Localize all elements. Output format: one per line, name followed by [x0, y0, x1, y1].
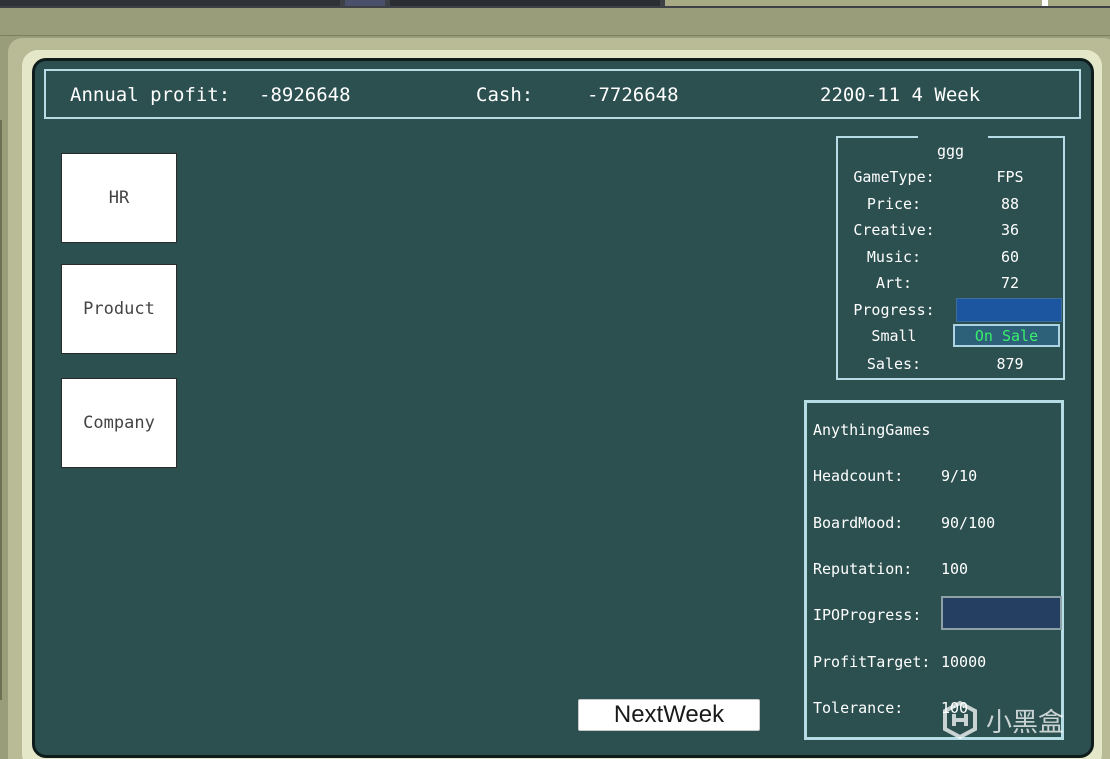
art-value: 72 — [1000, 274, 1020, 292]
size-label: Small — [871, 327, 917, 345]
top-strip-segment — [345, 0, 385, 6]
headcount-value: 9/10 — [941, 467, 978, 485]
status-row: Small On Sale — [838, 324, 1063, 349]
music-label: Music: — [866, 248, 922, 266]
product-name: ggg — [936, 142, 965, 160]
watermark-text: 小黑盒 — [986, 707, 1065, 738]
cash-value: -7726648 — [587, 84, 679, 106]
annual-profit-value: -8926648 — [259, 84, 351, 106]
creative-row: Creative: 36 — [838, 221, 1063, 243]
creative-label: Creative: — [853, 221, 935, 239]
company-button[interactable]: Company — [61, 378, 177, 468]
profit-target-value: 10000 — [941, 653, 987, 671]
boardmood-label: BoardMood: — [813, 514, 904, 532]
price-label: Price: — [866, 195, 922, 213]
product-panel: ggg GameType: FPS Price: 88 Creative: 36… — [836, 134, 1065, 380]
product-progress-bar — [956, 298, 1062, 322]
art-row: Art: 72 — [838, 274, 1063, 296]
game-type-value: FPS — [996, 168, 1024, 186]
product-progress-fill — [957, 299, 1061, 321]
annual-profit-label: Annual profit: — [70, 84, 231, 106]
game-type-row: GameType: FPS — [838, 168, 1063, 190]
panel-title-gap — [918, 134, 988, 140]
game-type-label: GameType: — [853, 168, 935, 186]
company-name: AnythingGames — [813, 421, 931, 439]
watermark: 小黑盒 — [940, 698, 1090, 742]
reputation-label: Reputation: — [813, 560, 913, 578]
profit-target-row: ProfitTarget: 10000 — [813, 653, 986, 671]
reputation-row: Reputation: 100 — [813, 560, 968, 578]
headcount-row: Headcount: 9/10 — [813, 467, 977, 485]
progress-label: Progress: — [853, 301, 935, 319]
profit-target-label: ProfitTarget: — [813, 653, 931, 671]
top-strip-segment — [0, 0, 340, 6]
status-header: Annual profit: -8926648 Cash: -7726648 2… — [44, 69, 1081, 119]
sales-row: Sales: 879 — [838, 355, 1063, 377]
sales-label: Sales: — [866, 355, 922, 373]
ipo-progress-bar — [941, 596, 1062, 630]
hr-button[interactable]: HR — [61, 153, 177, 243]
divider — [0, 35, 1110, 36]
reputation-value: 100 — [941, 560, 969, 578]
ipo-row: IPOProgress: — [813, 606, 941, 624]
progress-row: Progress: — [838, 298, 1063, 323]
price-value: 88 — [1000, 195, 1020, 213]
product-button[interactable]: Product — [61, 264, 177, 354]
divider — [0, 120, 2, 700]
on-sale-badge[interactable]: On Sale — [953, 324, 1060, 347]
date-display: 2200-11 4 Week — [820, 84, 981, 106]
music-value: 60 — [1000, 248, 1020, 266]
sales-value: 879 — [996, 355, 1024, 373]
company-panel: AnythingGames Headcount: 9/10 BoardMood: 9… — [804, 400, 1064, 740]
tolerance-label: Tolerance: — [813, 699, 904, 717]
next-week-button[interactable]: NextWeek — [578, 699, 760, 731]
headcount-label: Headcount: — [813, 467, 904, 485]
art-label: Art: — [875, 274, 913, 292]
top-strip — [0, 0, 1110, 8]
music-row: Music: 60 — [838, 248, 1063, 270]
price-row: Price: 88 — [838, 195, 1063, 217]
ipo-progress-label: IPOProgress: — [813, 606, 922, 624]
xiaoheihe-logo-icon — [943, 700, 977, 740]
cash-label: Cash: — [476, 84, 534, 106]
boardmood-row: BoardMood: 90/100 — [813, 514, 995, 532]
boardmood-value: 90/100 — [941, 514, 996, 532]
top-strip-segment — [390, 0, 660, 6]
creative-value: 36 — [1000, 221, 1020, 239]
top-strip-marker — [1042, 0, 1048, 6]
